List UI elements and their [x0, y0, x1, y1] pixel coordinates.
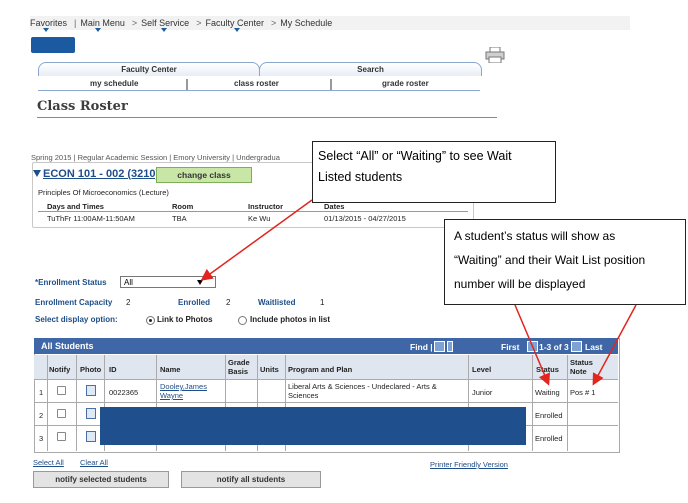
- arrow-to-position-note: [592, 304, 637, 386]
- arrow-to-status-select: [200, 199, 313, 281]
- annotation-arrows: [200, 199, 637, 386]
- arrow-to-waiting-status: [514, 304, 551, 386]
